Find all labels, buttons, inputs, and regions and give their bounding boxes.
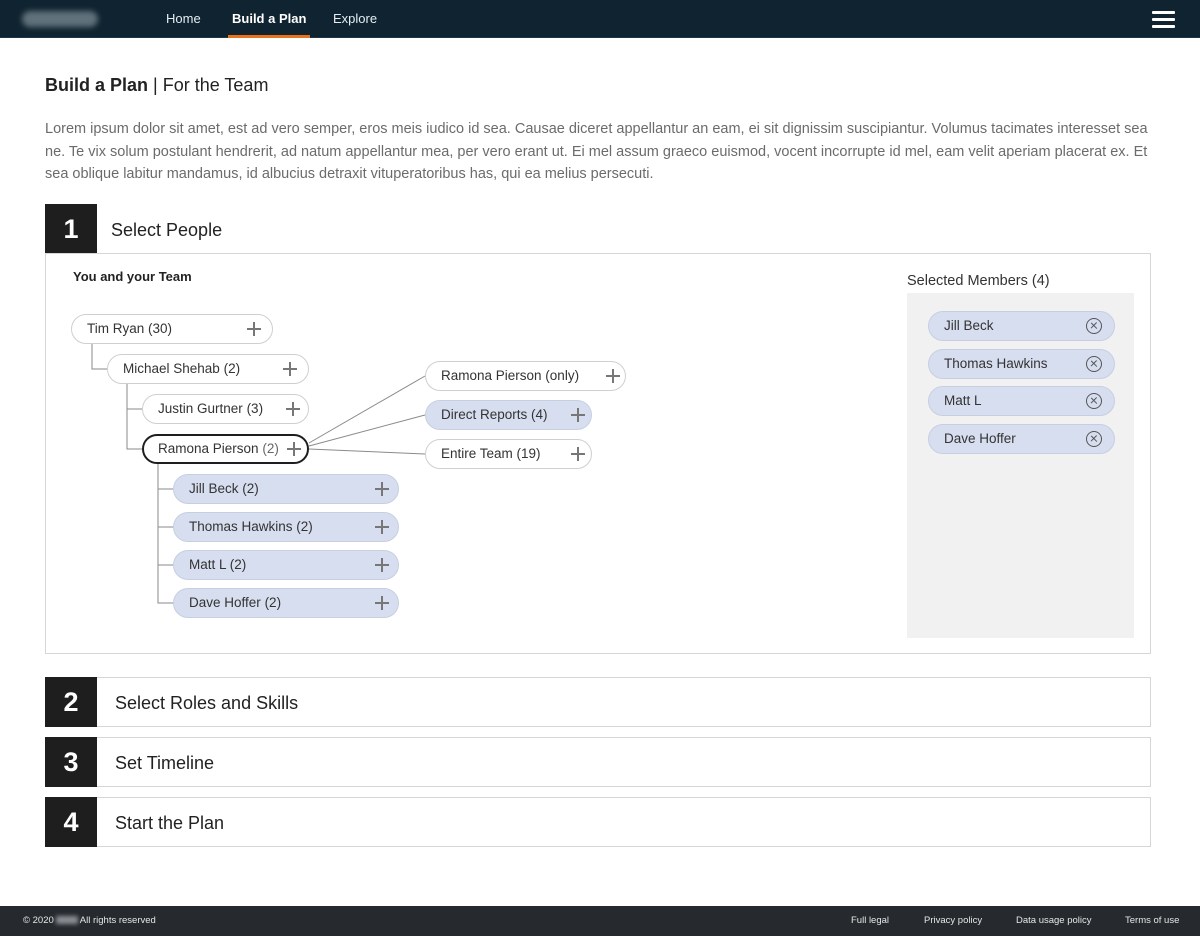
page-title-sub: | For the Team bbox=[153, 75, 269, 95]
tree-node-thomas-hawkins[interactable]: Thomas Hawkins (2) bbox=[173, 512, 399, 542]
option-label: Direct Reports (4) bbox=[441, 407, 548, 422]
footer: © 2020 All rights reserved Full legal Pri… bbox=[0, 906, 1200, 936]
selected-chip-thomas-hawkins: Thomas Hawkins bbox=[928, 349, 1115, 379]
tree-node-ramona-pierson[interactable]: Ramona Pierson (2) bbox=[142, 434, 309, 464]
plus-icon[interactable] bbox=[375, 596, 389, 610]
tree-node-justin-gurtner[interactable]: Justin Gurtner (3) bbox=[142, 394, 309, 424]
step-1-number: 1 bbox=[45, 204, 97, 254]
selected-chip-jill-beck: Jill Beck bbox=[928, 311, 1115, 341]
tree-node-jill-beck[interactable]: Jill Beck (2) bbox=[173, 474, 399, 504]
team-section-label: You and your Team bbox=[73, 269, 192, 284]
node-count: (2) bbox=[262, 441, 279, 456]
footer-link-full-legal[interactable]: Full legal bbox=[851, 906, 889, 936]
node-count: (30) bbox=[148, 321, 173, 336]
node-count: (2) bbox=[229, 557, 247, 572]
chip-label: Dave Hoffer bbox=[944, 431, 1016, 446]
copyright: © 2020 All rights reserved bbox=[23, 906, 156, 936]
selected-chip-dave-hoffer: Dave Hoffer bbox=[928, 424, 1115, 454]
node-name: Jill Beck bbox=[189, 481, 239, 496]
plus-icon[interactable] bbox=[287, 442, 301, 456]
chip-label: Matt L bbox=[944, 393, 982, 408]
nav-explore[interactable]: Explore bbox=[333, 0, 377, 38]
chip-label: Thomas Hawkins bbox=[944, 356, 1048, 371]
node-name: Matt L bbox=[189, 557, 227, 572]
step-1-title[interactable]: Select People bbox=[111, 220, 222, 241]
footer-link-data-usage-policy[interactable]: Data usage policy bbox=[1016, 906, 1092, 936]
tree-node-dave-hoffer[interactable]: Dave Hoffer (2) bbox=[173, 588, 399, 618]
step-4-number: 4 bbox=[45, 797, 97, 847]
option-label: Entire Team (19) bbox=[441, 446, 541, 461]
node-count: (2) bbox=[264, 595, 282, 610]
node-name: Tim Ryan bbox=[87, 321, 145, 336]
plus-icon[interactable] bbox=[571, 447, 585, 461]
nav-build-a-plan[interactable]: Build a Plan bbox=[227, 0, 311, 38]
chip-label: Jill Beck bbox=[944, 318, 994, 333]
option-label: Ramona Pierson (only) bbox=[441, 368, 580, 383]
copyright-prefix: © 2020 bbox=[23, 915, 54, 926]
remove-icon[interactable] bbox=[1086, 318, 1102, 334]
node-name: Michael Shehab bbox=[123, 361, 220, 376]
footer-link-privacy-policy[interactable]: Privacy policy bbox=[924, 906, 982, 936]
selected-members-box bbox=[907, 293, 1134, 638]
node-name: Dave Hoffer bbox=[189, 595, 261, 610]
top-navbar: Home Build a Plan Explore bbox=[0, 0, 1200, 38]
nav-home[interactable]: Home bbox=[166, 0, 201, 38]
plus-icon[interactable] bbox=[571, 408, 585, 422]
node-name: Ramona Pierson bbox=[158, 441, 259, 456]
company-name-blurred bbox=[55, 916, 78, 925]
plus-icon[interactable] bbox=[375, 558, 389, 572]
brand-logo[interactable] bbox=[22, 11, 98, 27]
page-title: Build a Plan | For the Team bbox=[45, 75, 268, 96]
node-count: (2) bbox=[242, 481, 259, 496]
step-3-number: 3 bbox=[45, 737, 97, 787]
copyright-suffix: All rights reserved bbox=[79, 915, 156, 926]
page-title-main: Build a Plan bbox=[45, 75, 149, 95]
node-count: (2) bbox=[296, 519, 313, 534]
step-3-title[interactable]: Set Timeline bbox=[115, 753, 214, 774]
node-name: Justin Gurtner bbox=[158, 401, 243, 416]
footer-link-terms-of-use[interactable]: Terms of use bbox=[1125, 906, 1179, 936]
option-entire-team[interactable]: Entire Team (19) bbox=[425, 439, 592, 469]
step-2-title[interactable]: Select Roles and Skills bbox=[115, 693, 298, 714]
selected-members-title: Selected Members (4) bbox=[907, 273, 1050, 289]
option-direct-reports[interactable]: Direct Reports (4) bbox=[425, 400, 592, 430]
node-name: Thomas Hawkins bbox=[189, 519, 293, 534]
hamburger-menu-icon[interactable] bbox=[1152, 11, 1175, 28]
plus-icon[interactable] bbox=[606, 369, 620, 383]
tree-node-tim-ryan[interactable]: Tim Ryan (30) bbox=[71, 314, 273, 344]
remove-icon[interactable] bbox=[1086, 431, 1102, 447]
remove-icon[interactable] bbox=[1086, 393, 1102, 409]
tree-node-michael-shehab[interactable]: Michael Shehab (2) bbox=[107, 354, 309, 384]
remove-icon[interactable] bbox=[1086, 356, 1102, 372]
step-4-title[interactable]: Start the Plan bbox=[115, 813, 224, 834]
node-count: (2) bbox=[223, 361, 241, 376]
option-ramona-only[interactable]: Ramona Pierson (only) bbox=[425, 361, 626, 391]
node-count: (3) bbox=[246, 401, 264, 416]
plus-icon[interactable] bbox=[286, 402, 300, 416]
plus-icon[interactable] bbox=[283, 362, 297, 376]
plus-icon[interactable] bbox=[247, 322, 261, 336]
plus-icon[interactable] bbox=[375, 520, 389, 534]
step-2-number: 2 bbox=[45, 677, 97, 727]
plus-icon[interactable] bbox=[375, 482, 389, 496]
tree-node-matt-l[interactable]: Matt L (2) bbox=[173, 550, 399, 580]
selected-chip-matt-l: Matt L bbox=[928, 386, 1115, 416]
intro-text: Lorem ipsum dolor sit amet, est ad vero … bbox=[45, 121, 1148, 182]
